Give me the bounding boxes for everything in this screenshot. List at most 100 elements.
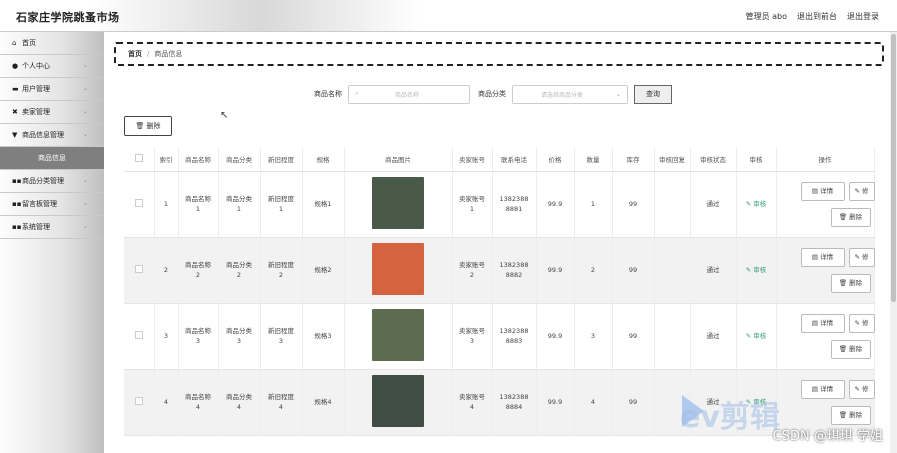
detail-button[interactable]: ▤ 详情 xyxy=(800,247,845,267)
row-checkbox[interactable] xyxy=(134,330,143,339)
table-cell: 规格4 xyxy=(302,369,345,436)
watermark: ev剪辑 xyxy=(680,400,780,435)
table-cell: 99.9 xyxy=(536,171,575,238)
column-header: 卖家账号 xyxy=(452,147,493,172)
cell-status: 通过 xyxy=(706,200,720,208)
row-select-cell[interactable] xyxy=(124,303,155,370)
table-cell: ✎ 审核 xyxy=(736,171,777,238)
column-header: 库存 xyxy=(612,147,655,172)
vertical-scrollbar[interactable] xyxy=(890,32,897,453)
detail-button[interactable]: ▤ 详情 xyxy=(800,181,845,201)
row-select-cell[interactable] xyxy=(124,237,155,304)
breadcrumb-current: 商品信息 xyxy=(154,50,183,58)
sidebar-item-4[interactable]: ▼ 商品信息管理 ⌄ xyxy=(0,124,104,147)
product-image[interactable] xyxy=(372,242,424,295)
column-header: 价格 xyxy=(536,147,575,172)
cell-name: 商品名称 2 xyxy=(185,261,211,279)
product-image[interactable] xyxy=(372,176,424,229)
product-image[interactable] xyxy=(372,374,424,427)
sidebar-item-5[interactable]: 商品信息 xyxy=(0,147,104,170)
column-header: 审核 xyxy=(736,147,777,172)
table-cell: ✎ 审核 xyxy=(736,303,777,370)
cell-condition: 新旧程度 3 xyxy=(268,327,294,345)
sidebar-item-8[interactable]: ▪▪ 系统管理 ⌄ xyxy=(0,216,104,239)
delete-button[interactable]: 🗑 删除 xyxy=(830,339,871,359)
table-cell xyxy=(654,237,691,304)
select-all-header[interactable] xyxy=(124,147,155,172)
edit-button[interactable]: ✎ 修 xyxy=(848,379,875,399)
sidebar-item-7[interactable]: ▪▪ 留言板管理 ⌄ xyxy=(0,193,104,216)
edit-button[interactable]: ✎ 修 xyxy=(848,247,875,267)
logout-link[interactable]: 退出登录 xyxy=(847,11,879,22)
operations-cell: ▤ 详情 ✎ 修 🗑 删除 xyxy=(776,303,875,370)
product-image-cell xyxy=(344,171,453,238)
table-cell: 3 xyxy=(574,303,613,370)
column-header: 审核状态 xyxy=(690,147,737,172)
detail-button[interactable]: ▤ 详情 xyxy=(800,379,845,399)
row-checkbox[interactable] xyxy=(134,198,143,207)
name-search-label: 商品名称 xyxy=(314,90,342,98)
table-header-row: 索引 商品名称 商品分类 新旧程度 规格 商品图片 卖家账号 联系电话 价格 数量 库存 审核回复 审核… xyxy=(124,147,875,172)
chevron-down-icon: ⌄ xyxy=(82,131,88,138)
cell-price: 99.9 xyxy=(547,266,563,274)
sidebar-item-0[interactable]: ⌂ 首页 xyxy=(0,32,104,55)
sidebar-item-6[interactable]: ▪▪ 商品分类管理 ⌄ xyxy=(0,170,104,193)
back-to-front-link[interactable]: 退出到前台 xyxy=(797,11,837,22)
cell-seller: 卖家账号 3 xyxy=(459,327,485,345)
cell-price: 99.9 xyxy=(547,332,563,340)
table-cell: 商品名称 2 xyxy=(178,237,219,304)
product-image-cell xyxy=(344,303,453,370)
column-header: 数量 xyxy=(574,147,613,172)
sidebar-item-2[interactable]: ▬ 用户管理 ⌄ xyxy=(0,78,104,101)
table-cell: 3 xyxy=(154,303,179,370)
row-checkbox[interactable] xyxy=(134,396,143,405)
sidebar-item-1[interactable]: ● 个人中心 ⌄ xyxy=(0,55,104,78)
delete-button[interactable]: 🗑 删除 xyxy=(830,207,871,227)
scrollbar-thumb[interactable] xyxy=(891,34,896,302)
name-search-input[interactable]: ⌕ 商品名称 xyxy=(348,84,470,104)
table-cell: 新旧程度 4 xyxy=(260,369,303,436)
edit-button[interactable]: ✎ 修 xyxy=(848,181,875,201)
cell-audit[interactable]: ✎ 审核 xyxy=(746,200,767,208)
breadcrumb: 首页 / 商品信息 xyxy=(114,42,884,66)
sidebar-item-label: 卖家管理 xyxy=(22,108,50,116)
table-cell: 卖家账号 4 xyxy=(452,369,493,436)
row-select-cell[interactable] xyxy=(124,369,155,436)
query-button[interactable]: 查询 xyxy=(634,84,672,104)
admin-label: 管理员 abo xyxy=(745,12,787,21)
edit-button[interactable]: ✎ 修 xyxy=(848,313,875,333)
table-cell: 商品分类 4 xyxy=(218,369,261,436)
main-content: 首页 / 商品信息 商品名称 ⌕ 商品名称 商品分类 请选择商品分类 ⌄ 查询 … xyxy=(104,32,897,453)
table-cell: 卖家账号 3 xyxy=(452,303,493,370)
breadcrumb-home[interactable]: 首页 xyxy=(128,49,142,59)
row-checkbox[interactable] xyxy=(134,264,143,273)
delete-button[interactable]: 🗑 删除 xyxy=(830,273,871,293)
table-cell: 99.9 xyxy=(536,369,575,436)
cell-index: 4 xyxy=(163,398,169,406)
table-cell: 商品名称 3 xyxy=(178,303,219,370)
select-all-checkbox[interactable] xyxy=(134,153,143,162)
chevron-down-icon: ⌄ xyxy=(82,62,88,69)
category-search-label: 商品分类 xyxy=(478,90,506,98)
name-search-placeholder: 商品名称 xyxy=(395,91,420,99)
breadcrumb-separator: / xyxy=(147,50,150,58)
grid-icon: ▪▪ xyxy=(12,177,22,185)
user-icon: ● xyxy=(12,62,19,70)
cell-status: 通过 xyxy=(706,332,720,340)
table-cell: 4 xyxy=(574,369,613,436)
cell-audit[interactable]: ✎ 审核 xyxy=(746,332,767,340)
detail-button[interactable]: ▤ 详情 xyxy=(800,313,845,333)
batch-delete-button[interactable]: 🗑 删除 xyxy=(124,116,172,136)
sidebar-item-label: 首页 xyxy=(22,39,36,47)
search-bar: 商品名称 ⌕ 商品名称 商品分类 请选择商品分类 ⌄ 查询 xyxy=(314,84,672,104)
column-header: 商品分类 xyxy=(218,147,261,172)
cell-category: 商品分类 1 xyxy=(226,195,252,213)
table-cell: 通过 xyxy=(690,303,737,370)
delete-button[interactable]: 🗑 删除 xyxy=(830,405,871,425)
cell-audit[interactable]: ✎ 审核 xyxy=(746,266,767,274)
row-select-cell[interactable] xyxy=(124,171,155,238)
category-select[interactable]: 请选择商品分类 ⌄ xyxy=(512,84,628,104)
sidebar-item-3[interactable]: ✖ 卖家管理 ⌄ xyxy=(0,101,104,124)
product-image[interactable] xyxy=(372,308,424,361)
cell-phone: 1382388 8884 xyxy=(499,393,529,411)
